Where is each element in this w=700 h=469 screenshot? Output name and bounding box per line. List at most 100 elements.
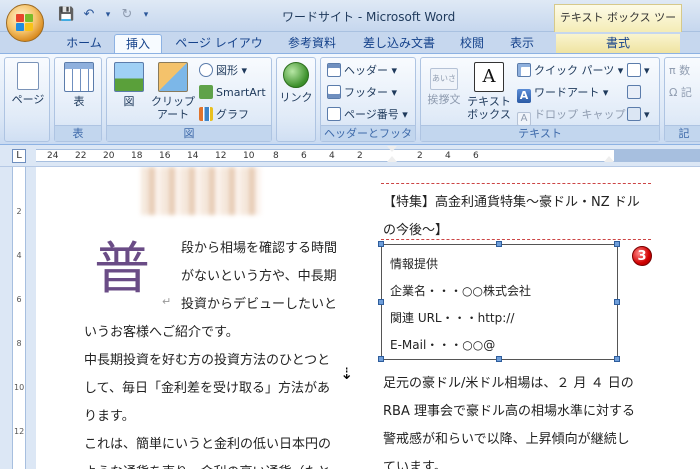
vruler-number: 12 [14,427,25,436]
tab-view[interactable]: 表示 [504,34,540,53]
body-line: ています。 [383,460,447,469]
picture-button[interactable]: 図 [111,62,147,108]
undo-dropdown-icon[interactable]: ▾ [104,7,112,23]
picture-icon [114,62,144,92]
drop-cap: 普 [94,237,150,302]
ruler-number: 18 [131,151,143,161]
section-divider [381,239,651,240]
clipart-button[interactable]: クリップ アート [151,62,195,121]
ruler-number: 8 [273,151,279,161]
page-number-button[interactable]: ページ番号 ▾ [327,105,408,125]
header-button[interactable]: ヘッダー ▾ [327,61,397,81]
paragraph-mark: ↵ [162,295,172,308]
ruler-number: 6 [473,151,479,161]
context-tab-group-label: テキスト ボックス ツール [554,4,682,50]
tab-home[interactable]: ホーム [62,34,106,53]
page-number-icon [327,107,341,121]
ruler-number: 4 [445,151,451,161]
ruler-number: 12 [215,151,227,161]
links-label: リンク [279,91,313,104]
resize-handle[interactable] [378,299,384,305]
section-divider [381,183,651,184]
office-button[interactable] [6,4,44,42]
quick-access-toolbar: 💾 ↶ ▾ ↻ ▾ [58,7,150,23]
textbox-line: 企業名・・・○○株式会社 [390,284,531,298]
ribbon: ページ 表 表 図 クリップ アート 図形 ▾ SmartArt グラフ 図 リ… [0,53,700,156]
resize-handle[interactable] [496,241,502,247]
first-line-indent-marker[interactable] [387,146,397,152]
undo-icon[interactable]: ↶ [81,7,97,23]
body-line: 投資からデビューしたいと [181,297,338,312]
ruler-number: 20 [103,151,115,161]
chart-label: グラフ [216,108,249,121]
object-button[interactable]: ▾ [627,105,650,125]
table-icon [64,62,94,92]
tab-references[interactable]: 参考資料 [280,34,344,53]
table-button[interactable]: 表 [61,62,97,108]
wordart-button[interactable]: A ワードアート ▾ [517,83,608,103]
ruler-number: 22 [75,151,87,161]
mouse-cursor-icon: ⇣ [340,364,354,383]
chart-button[interactable]: グラフ [199,105,249,125]
resize-handle[interactable] [614,241,620,247]
ruler-strip: 24 22 20 18 16 14 12 10 8 6 4 2 2 4 6 [36,146,700,162]
footer-button[interactable]: フッター ▾ [327,83,397,103]
tab-mailings[interactable]: 差し込み文書 [356,34,442,53]
customize-qat-icon[interactable]: ▾ [142,7,150,23]
save-icon[interactable]: 💾 [58,7,74,23]
dropcap-button[interactable]: Aドロップ キャップ ▾ [517,105,635,126]
smartart-button[interactable]: SmartArt [199,83,266,103]
signature-line-icon [627,63,641,77]
office-logo-icon [16,14,34,32]
footer-icon [327,85,341,99]
pages-button[interactable]: ページ [9,62,47,106]
step-badge: 3 [632,246,652,266]
right-indent-marker[interactable] [604,156,614,162]
resize-handle[interactable] [614,299,620,305]
group-table: 表 表 [54,57,102,142]
quick-parts-button[interactable]: クイック パーツ ▾ [517,61,623,81]
body-line: 中長期投資を好む方の投資方法のひとつと [84,353,331,368]
body-line: がないという方や、中長期 [181,269,337,284]
group-illustrations-label: 図 [107,125,271,141]
resize-handle[interactable] [496,356,502,362]
clipart-label-1: クリップ [151,95,195,108]
links-button[interactable]: リンク [279,62,313,104]
info-textbox[interactable]: 情報提供 企業名・・・○○株式会社 関連 URL・・・http:// E-Mai… [378,241,620,362]
symbol-button[interactable]: Ω 記 [669,83,692,103]
clipart-icon [158,62,188,92]
horizontal-ruler[interactable]: L 24 22 20 18 16 14 12 10 8 6 4 2 2 4 6 [0,145,700,167]
textbox-label-1: テキスト [467,95,511,108]
redo-icon[interactable]: ↻ [119,7,135,23]
textbox-icon: A [474,62,504,92]
tab-page-layout[interactable]: ページ レイアウト [172,34,266,69]
document-page[interactable]: 普 段から相場を確認する時間 がないという方や、中長期 投資からデビューしたいと… [36,167,700,469]
shapes-button[interactable]: 図形 ▾ [199,61,247,81]
vruler-number: 8 [16,339,22,348]
tab-insert[interactable]: 挿入 [114,34,162,53]
group-symbols: π 数 Ω 記 記 [664,57,700,142]
body-line: ります。 [84,409,135,424]
tab-selector[interactable]: L [12,149,26,163]
body-line: ような通貨を売り、金利の高い通貨（たと [84,461,330,469]
body-line: 足元の豪ドル/米ドル相場は、２ 月 ４ 日の [383,376,634,391]
vertical-ruler[interactable]: 2 4 6 8 10 12 [0,167,36,469]
date-time-button[interactable] [627,83,644,103]
body-line: いうお客様へご紹介です。 [84,325,239,340]
textbox-button[interactable]: A テキスト ボックス ▾ [465,62,513,134]
tab-format[interactable]: 書式 [556,34,680,53]
group-table-label: 表 [55,125,101,141]
shapes-icon [199,63,213,77]
hanging-indent-marker[interactable] [387,156,397,162]
resize-handle[interactable] [378,356,384,362]
resize-handle[interactable] [378,241,384,247]
vruler-number: 10 [14,383,25,392]
greeting-button[interactable]: あいさつ 挨拶文 [423,62,465,106]
group-links: リンク [276,57,316,142]
equation-button[interactable]: π 数 [669,61,690,81]
tab-review[interactable]: 校閲 [454,34,490,53]
title-bar: 💾 ↶ ▾ ↻ ▾ ワードサイト - Microsoft Word テキスト ボ… [0,0,700,50]
signature-line-button[interactable]: ▾ [627,61,650,81]
ruler-number: 4 [329,151,335,161]
resize-handle[interactable] [614,356,620,362]
